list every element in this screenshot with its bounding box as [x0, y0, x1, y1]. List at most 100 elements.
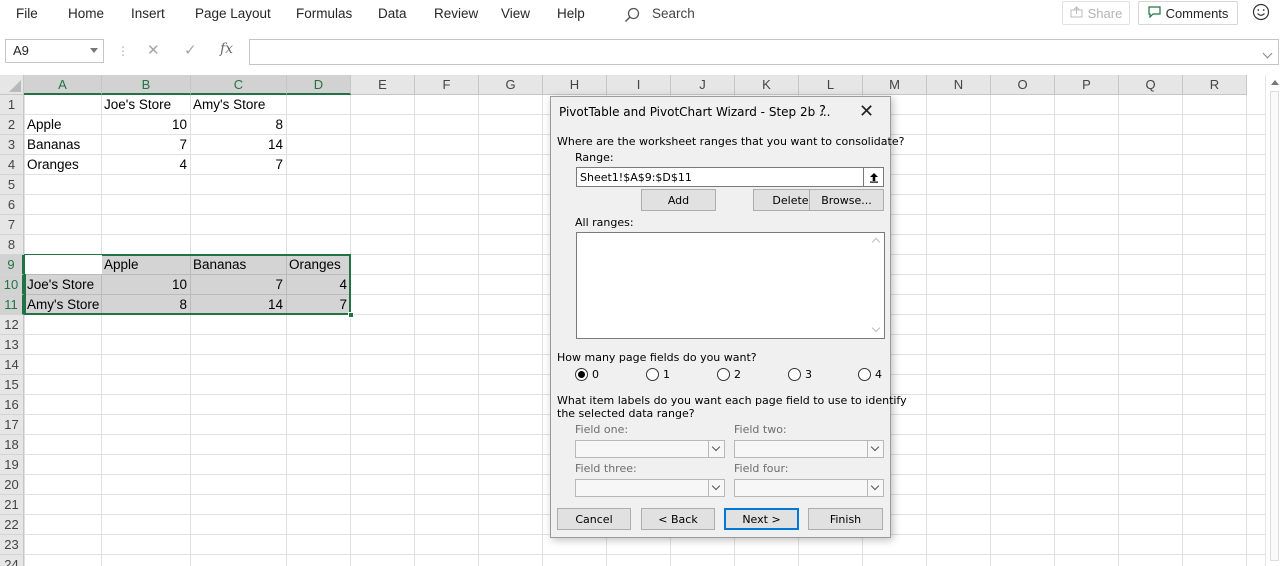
row-header-21[interactable]: 21: [0, 495, 24, 515]
cancel-button[interactable]: Cancel: [557, 508, 631, 530]
row-header-7[interactable]: 7: [0, 215, 24, 235]
column-header-o[interactable]: O: [991, 75, 1055, 95]
row-header-9[interactable]: 9: [0, 255, 24, 275]
finish-button[interactable]: Finish: [808, 508, 883, 530]
cell-c1[interactable]: Amy's Store: [190, 95, 286, 115]
cell-a10[interactable]: Joe's Store: [24, 275, 101, 295]
cell-d11[interactable]: 7: [286, 295, 350, 315]
chevron-down-icon[interactable]: [708, 480, 724, 496]
column-header-e[interactable]: E: [351, 75, 415, 95]
row-header-20[interactable]: 20: [0, 475, 24, 495]
page-fields-radio-1[interactable]: 1: [646, 368, 670, 381]
feedback-smiley-icon[interactable]: [1252, 3, 1270, 24]
insert-function-icon[interactable]: fx: [220, 41, 233, 57]
column-header-k[interactable]: K: [735, 75, 799, 95]
column-header-q[interactable]: Q: [1119, 75, 1183, 95]
row-header-24[interactable]: 24: [0, 555, 24, 566]
browse-button[interactable]: Browse...: [809, 189, 884, 211]
formula-input[interactable]: [249, 39, 1279, 65]
cell-d9[interactable]: Oranges: [286, 255, 350, 275]
scroll-up-icon[interactable]: [871, 237, 881, 247]
vertical-scrollbar[interactable]: [1265, 75, 1283, 566]
field-three-select[interactable]: [575, 479, 725, 497]
row-header-15[interactable]: 15: [0, 375, 24, 395]
column-header-l[interactable]: L: [799, 75, 863, 95]
menu-insert[interactable]: Insert: [131, 6, 165, 21]
column-header-i[interactable]: I: [607, 75, 671, 95]
page-fields-radio-4[interactable]: 4: [858, 368, 882, 381]
name-box[interactable]: A9: [5, 39, 104, 63]
row-header-2[interactable]: 2: [0, 115, 24, 135]
scroll-up-icon[interactable]: [1271, 80, 1279, 85]
row-header-23[interactable]: 23: [0, 535, 24, 555]
cell-a11[interactable]: Amy's Store: [24, 295, 101, 315]
row-header-18[interactable]: 18: [0, 435, 24, 455]
row-header-10[interactable]: 10: [0, 275, 24, 295]
next-button[interactable]: Next >: [724, 508, 799, 530]
row-header-11[interactable]: 11: [0, 295, 24, 315]
cell-d10[interactable]: 4: [286, 275, 350, 295]
cell-c4[interactable]: 7: [190, 155, 286, 175]
back-button[interactable]: < Back: [641, 508, 715, 530]
menu-data[interactable]: Data: [378, 6, 407, 21]
cell-b3[interactable]: 7: [101, 135, 190, 155]
row-header-8[interactable]: 8: [0, 235, 24, 255]
chevron-down-icon[interactable]: [867, 441, 883, 457]
range-input[interactable]: Sheet1!$A$9:$D$11: [576, 167, 884, 187]
all-ranges-list[interactable]: [576, 232, 885, 339]
chevron-down-icon[interactable]: [867, 480, 883, 496]
field-four-select[interactable]: [734, 479, 884, 497]
row-header-12[interactable]: 12: [0, 315, 24, 335]
cell-b11[interactable]: 8: [101, 295, 190, 315]
cancel-entry-icon[interactable]: ✕: [147, 41, 160, 59]
select-all-corner[interactable]: [0, 75, 24, 95]
row-header-13[interactable]: 13: [0, 335, 24, 355]
cell-b9[interactable]: Apple: [101, 255, 190, 275]
scrollbar-thumb[interactable]: [1270, 91, 1279, 561]
collapse-dialog-icon[interactable]: [863, 168, 884, 186]
row-header-17[interactable]: 17: [0, 415, 24, 435]
add-button[interactable]: Add: [641, 189, 716, 211]
column-header-a[interactable]: A: [24, 75, 102, 95]
chevron-down-icon[interactable]: [90, 48, 98, 53]
column-header-g[interactable]: G: [479, 75, 543, 95]
row-header-4[interactable]: 4: [0, 155, 24, 175]
help-button[interactable]: ?: [819, 104, 826, 119]
comments-button[interactable]: Comments: [1138, 1, 1238, 25]
page-fields-radio-3[interactable]: 3: [788, 368, 812, 381]
field-one-select[interactable]: [575, 440, 725, 458]
cell-c9[interactable]: Bananas: [190, 255, 286, 275]
menu-view[interactable]: View: [501, 6, 530, 21]
cell-c3[interactable]: 14: [190, 135, 286, 155]
formula-bar-resize-handle[interactable]: ⋮: [117, 44, 129, 58]
row-header-5[interactable]: 5: [0, 175, 24, 195]
column-header-p[interactable]: P: [1055, 75, 1119, 95]
confirm-entry-icon[interactable]: ✓: [184, 41, 197, 59]
column-header-d[interactable]: D: [287, 75, 351, 95]
cell-c10[interactable]: 7: [190, 275, 286, 295]
page-fields-radio-0[interactable]: 0: [575, 368, 599, 381]
column-header-h[interactable]: H: [543, 75, 607, 95]
column-header-b[interactable]: B: [102, 75, 191, 95]
scroll-down-icon[interactable]: [871, 323, 881, 333]
row-header-16[interactable]: 16: [0, 395, 24, 415]
menu-file[interactable]: File: [16, 6, 38, 21]
column-header-f[interactable]: F: [415, 75, 479, 95]
field-two-select[interactable]: [734, 440, 884, 458]
chevron-down-icon[interactable]: [708, 441, 724, 457]
column-header-j[interactable]: J: [671, 75, 735, 95]
cell-b1[interactable]: Joe's Store: [101, 95, 190, 115]
menu-review[interactable]: Review: [434, 6, 478, 21]
menu-formulas[interactable]: Formulas: [296, 6, 352, 21]
page-fields-radio-2[interactable]: 2: [717, 368, 741, 381]
cell-c11[interactable]: 14: [190, 295, 286, 315]
column-header-r[interactable]: R: [1183, 75, 1247, 95]
share-button[interactable]: Share: [1062, 1, 1130, 25]
expand-formula-bar-icon[interactable]: [1262, 48, 1273, 59]
cell-a2[interactable]: Apple: [24, 115, 101, 135]
cell-a4[interactable]: Oranges: [24, 155, 101, 175]
row-header-14[interactable]: 14: [0, 355, 24, 375]
menu-help[interactable]: Help: [557, 6, 585, 21]
column-header-m[interactable]: M: [863, 75, 927, 95]
column-header-n[interactable]: N: [927, 75, 991, 95]
